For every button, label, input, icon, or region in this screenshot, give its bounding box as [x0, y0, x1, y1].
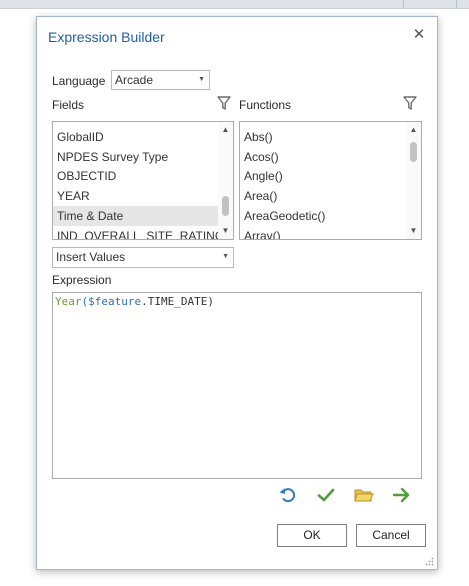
field-item[interactable]: NPDES Survey Type: [53, 147, 223, 167]
function-item[interactable]: Array(): [240, 226, 408, 239]
resize-grip-icon[interactable]: [424, 556, 434, 566]
field-item[interactable]: OBJECTID: [53, 166, 223, 186]
dialog-title: Expression Builder: [48, 29, 165, 45]
fields-scroll-thumb[interactable]: [222, 196, 229, 216]
chevron-down-icon: ▼: [198, 76, 205, 83]
scroll-down-icon[interactable]: ▼: [218, 224, 233, 238]
fields-list[interactable]: GlobalID NPDES Survey Type OBJECTID YEAR…: [52, 121, 234, 240]
arrow-right-icon[interactable]: [391, 484, 413, 506]
folder-open-icon[interactable]: [353, 484, 375, 506]
ok-button[interactable]: OK: [277, 524, 347, 547]
insert-values-dropdown[interactable]: Insert Values ▼: [52, 247, 234, 268]
expression-builder-dialog: Expression Builder ✕ Language Arcade ▼ F…: [36, 16, 438, 570]
insert-values-value: Insert Values: [56, 250, 126, 264]
language-dropdown[interactable]: Arcade ▼: [111, 70, 210, 90]
field-item[interactable]: IND_OVERALL_SITE_RATING: [53, 226, 224, 239]
function-item[interactable]: Acos(): [240, 147, 408, 167]
chevron-down-icon: ▼: [222, 253, 229, 260]
expression-label: Expression: [52, 273, 112, 287]
cancel-button[interactable]: Cancel: [356, 524, 426, 547]
expression-editor[interactable]: Year($feature.TIME_DATE): [52, 292, 422, 479]
background-divider: [403, 0, 404, 8]
field-item-selected[interactable]: Time & Date: [53, 206, 223, 226]
fields-filter-icon[interactable]: [217, 96, 231, 110]
fields-scrollbar[interactable]: ▲ ▼: [218, 122, 233, 239]
background-window-strip: [0, 0, 469, 9]
expression-code: Year($feature.TIME_DATE): [55, 295, 214, 308]
code-field-token: .TIME_DATE): [141, 295, 214, 308]
background-divider: [456, 0, 457, 8]
code-variable-token: $feature: [88, 295, 142, 308]
code-function-token: Year: [55, 295, 82, 308]
language-label: Language: [52, 74, 106, 88]
checkmark-icon[interactable]: [315, 484, 337, 506]
close-icon[interactable]: ✕: [409, 25, 429, 45]
functions-scroll-thumb[interactable]: [410, 142, 417, 162]
functions-scrollbar[interactable]: ▲ ▼: [406, 122, 421, 239]
functions-filter-icon[interactable]: [403, 96, 417, 110]
field-item[interactable]: YEAR: [53, 186, 223, 206]
scroll-up-icon[interactable]: ▲: [406, 123, 421, 137]
function-item[interactable]: Area(): [240, 186, 408, 206]
language-value: Arcade: [115, 73, 154, 87]
functions-label: Functions: [239, 98, 292, 112]
dialog-titlebar[interactable]: Expression Builder ✕: [37, 17, 437, 57]
scroll-down-icon[interactable]: ▼: [406, 224, 421, 238]
functions-list[interactable]: Abs() Acos() Angle() Area() AreaGeodetic…: [239, 121, 422, 240]
function-item[interactable]: AreaGeodetic(): [240, 206, 408, 226]
function-item[interactable]: Angle(): [240, 166, 408, 186]
fields-label: Fields: [52, 98, 85, 112]
function-item[interactable]: Abs(): [240, 127, 408, 147]
field-item[interactable]: GlobalID: [53, 127, 223, 147]
scroll-up-icon[interactable]: ▲: [218, 123, 233, 137]
undo-icon[interactable]: [277, 484, 299, 506]
